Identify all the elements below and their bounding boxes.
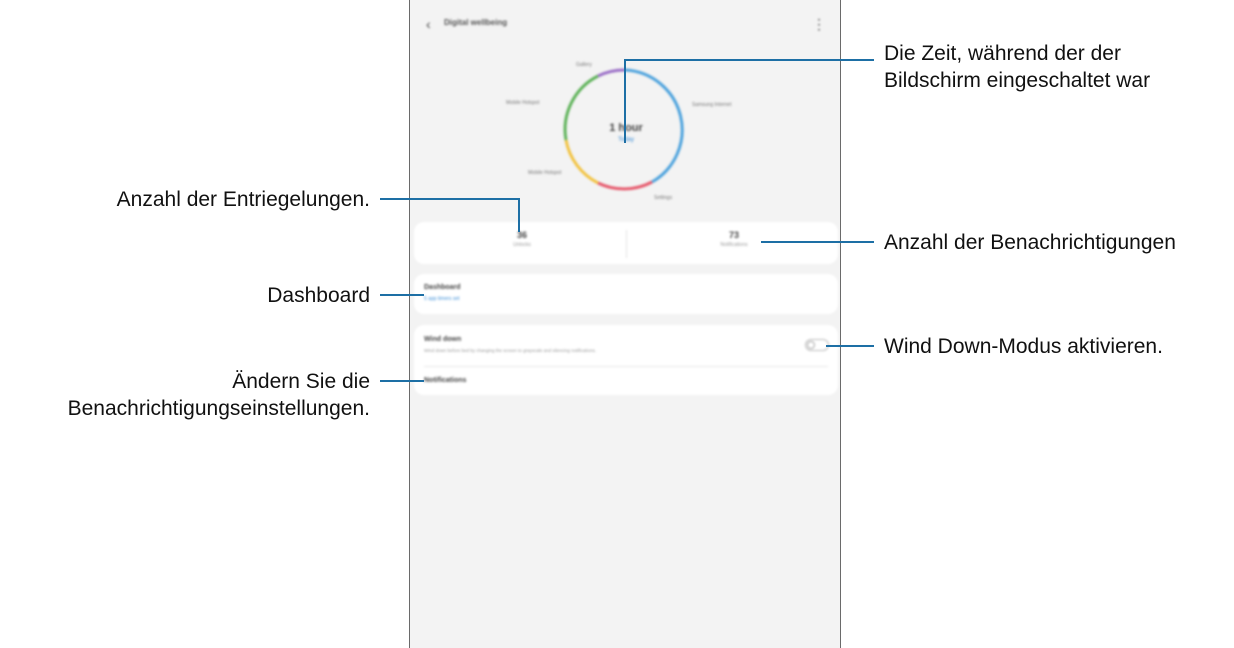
- unlocks-stat[interactable]: 36 Unlocks: [422, 230, 622, 248]
- top-app-bar: ‹ Digital wellbeing ⋮: [410, 12, 840, 38]
- toggle-knob: [807, 341, 815, 349]
- dashboard-pointer: [380, 294, 424, 296]
- dashboard-subtitle: 5 app timers set: [424, 296, 460, 302]
- notifications-callout: Anzahl der Benachrichtigungen: [884, 231, 1176, 254]
- app-label: Settings: [654, 195, 673, 201]
- unlocks-label: Unlocks: [513, 242, 531, 248]
- app-label: Mobile Hotspot: [528, 170, 562, 176]
- notifications-value: 73: [728, 230, 739, 240]
- unlocks-value: 36: [516, 230, 527, 240]
- callout-line: Die Zeit, während der der: [884, 42, 1121, 65]
- screen-time-callout: Die Zeit, während der der Bildschirm ein…: [884, 40, 1150, 94]
- callout-line: Benachrichtigungseinstellungen.: [67, 397, 370, 420]
- app-label: Mobile Hotspot: [506, 100, 540, 106]
- notifications-setting[interactable]: Notifications: [424, 377, 466, 384]
- more-options-icon[interactable]: ⋮: [812, 16, 826, 33]
- app-title: Digital wellbeing: [444, 18, 508, 27]
- wind-down-pointer: [826, 345, 874, 347]
- notification-settings-pointer: [380, 380, 424, 382]
- notification-settings-callout: Ändern Sie die Benachrichtigungseinstell…: [68, 368, 370, 422]
- card-divider: [424, 366, 828, 367]
- settings-card: Wind down Wind down before bed by changi…: [414, 325, 838, 395]
- screen-time-total: 1 hour: [609, 122, 643, 134]
- donut-segment-red: [597, 180, 653, 191]
- dashboard-callout: Dashboard: [267, 284, 370, 307]
- callout-line: Ändern Sie die: [232, 370, 370, 393]
- notifications-stat[interactable]: 73 Notifications: [634, 230, 834, 248]
- donut-segment-green: [563, 74, 599, 141]
- unlocks-pointer-horizontal: [380, 198, 519, 200]
- app-label: Gallery: [576, 62, 592, 68]
- donut-segment-purple: [597, 68, 626, 78]
- app-label: Samsung Internet: [692, 102, 732, 108]
- unlocks-callout: Anzahl der Entriegelungen.: [116, 188, 370, 211]
- dashboard-title: Dashboard: [424, 284, 461, 291]
- back-arrow-icon[interactable]: ‹: [426, 16, 438, 32]
- stats-card: 36 Unlocks 73 Notifications: [414, 222, 838, 264]
- unlocks-pointer-vertical: [518, 198, 520, 232]
- wind-down-title[interactable]: Wind down: [424, 336, 461, 343]
- notifications-pointer: [761, 241, 874, 243]
- dashboard-card[interactable]: Dashboard 5 app timers set: [414, 274, 838, 314]
- callout-line: Bildschirm eingeschaltet war: [884, 69, 1151, 92]
- wind-down-description: Wind down before bed by changing the scr…: [424, 348, 597, 353]
- screen-time-period[interactable]: Today: [596, 137, 656, 143]
- stats-divider: [626, 230, 627, 258]
- wind-down-callout: Wind Down-Modus aktivieren.: [884, 335, 1163, 358]
- screen-time-pointer-vertical: [624, 59, 626, 143]
- screen-time-pointer-horizontal: [624, 59, 874, 61]
- donut-segment-yellow: [564, 139, 599, 185]
